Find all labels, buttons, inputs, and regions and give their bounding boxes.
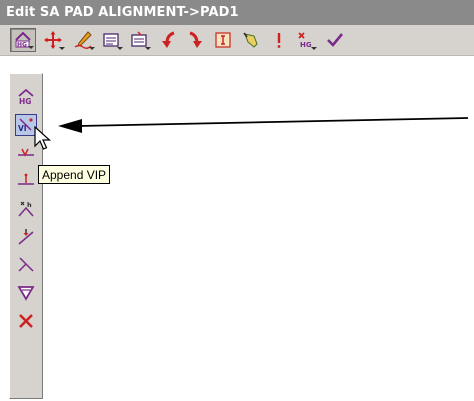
vip-tools-dropdown: HG VI h xyxy=(9,73,43,399)
pick-button[interactable] xyxy=(238,28,264,52)
mid-vip-icon xyxy=(18,173,34,185)
delete-x-icon xyxy=(19,314,33,328)
text-box-button[interactable] xyxy=(98,28,124,52)
mouse-cursor-icon xyxy=(34,126,52,150)
tooltip-append-vip: Append VIP xyxy=(38,165,111,184)
dd-item-join-vip[interactable] xyxy=(15,226,37,248)
redo-arrow-icon xyxy=(189,31,202,48)
delete-hg-button[interactable]: HG xyxy=(292,28,318,52)
undo-arrow-icon xyxy=(162,31,175,48)
intersect-icon xyxy=(18,257,34,272)
join-vip-icon xyxy=(18,229,34,245)
annotation-arrow xyxy=(58,117,469,133)
dd-item-delete[interactable] xyxy=(15,310,37,332)
accept-button[interactable] xyxy=(322,28,348,52)
undo-button[interactable] xyxy=(156,28,182,52)
dd-item-filter[interactable] xyxy=(15,282,37,304)
split-h-icon: h xyxy=(18,201,34,217)
info-button[interactable] xyxy=(210,28,236,52)
exclamation-icon xyxy=(277,33,281,48)
pencil-edit-button[interactable] xyxy=(70,28,96,52)
dd-item-hg-line[interactable]: HG xyxy=(15,86,37,108)
hg-edit-button[interactable]: HG xyxy=(10,28,36,52)
svg-text:h: h xyxy=(27,201,32,209)
warning-button[interactable] xyxy=(266,28,292,52)
pick-icon xyxy=(243,32,258,48)
append-vip-icon: VI xyxy=(18,118,33,133)
svg-text:VI: VI xyxy=(18,124,27,133)
svg-text:HG: HG xyxy=(19,97,31,106)
edit-toolbar: HG HG xyxy=(0,25,474,56)
info-icon xyxy=(215,32,231,48)
hg-line-icon: HG xyxy=(18,88,34,106)
dd-item-intersect[interactable] xyxy=(15,254,37,276)
svg-text:HG: HG xyxy=(17,42,27,49)
insert-vip-icon xyxy=(18,148,34,157)
redo-button[interactable] xyxy=(182,28,208,52)
move-button[interactable] xyxy=(40,28,66,52)
text-box-alt-button[interactable] xyxy=(126,28,152,52)
filter-icon xyxy=(17,286,35,301)
window-title: Edit SA PAD ALIGNMENT->PAD1 xyxy=(0,0,474,25)
dd-item-mid-vip[interactable] xyxy=(15,170,37,192)
checkmark-icon xyxy=(327,33,344,47)
dd-item-split-h[interactable]: h xyxy=(15,198,37,220)
